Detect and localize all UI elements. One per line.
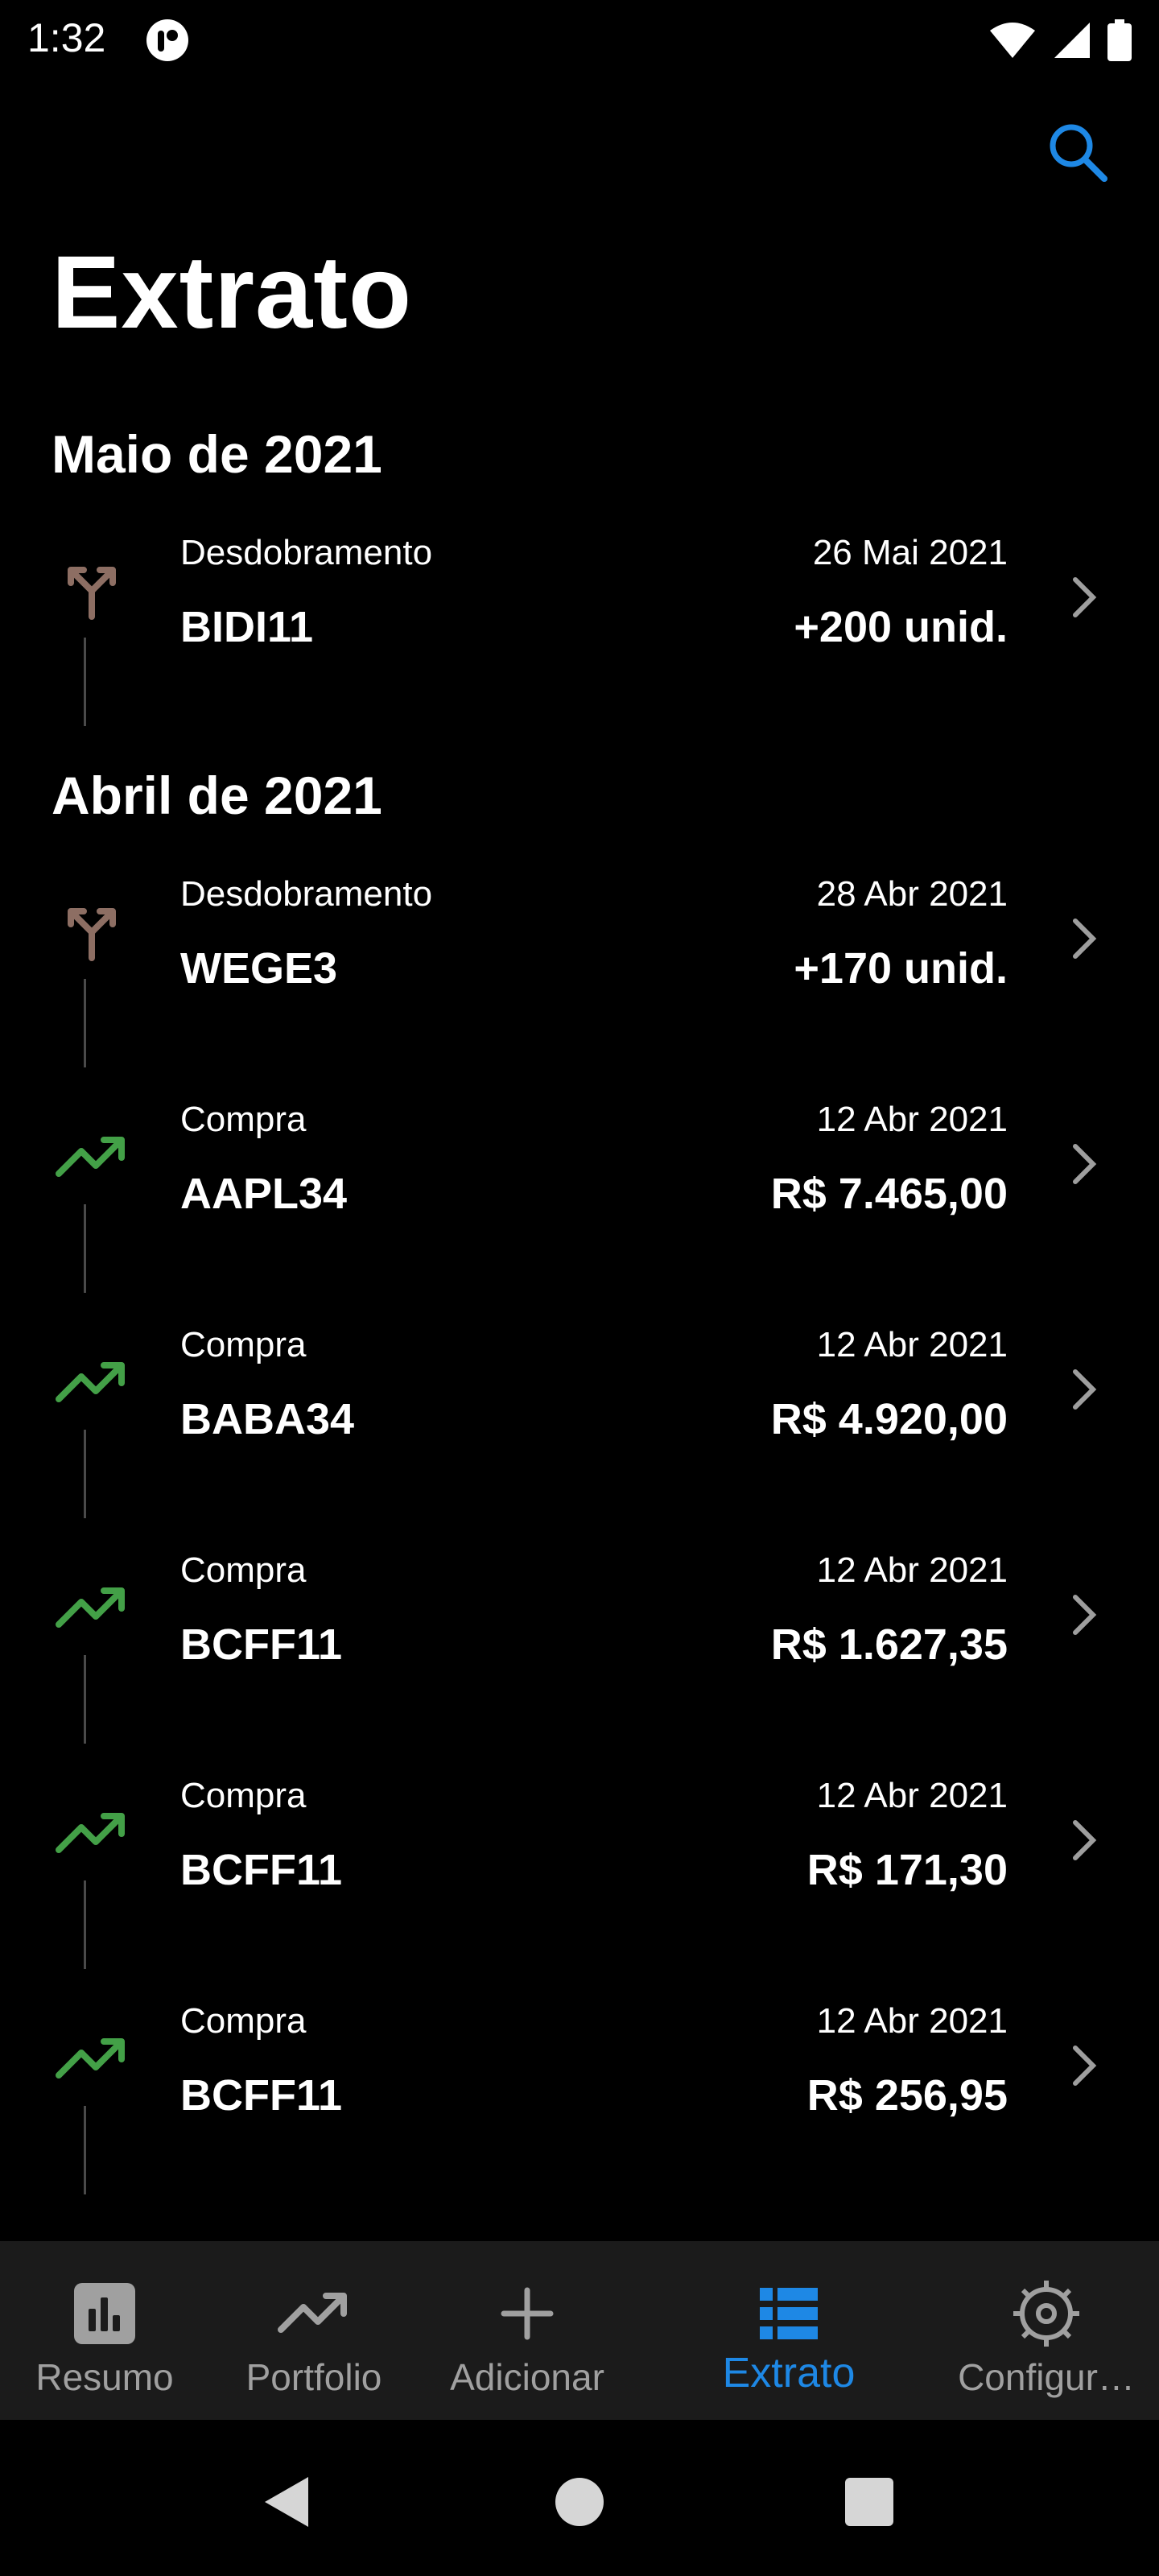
transaction-type: Desdobramento: [180, 874, 433, 914]
trending-up-icon: [55, 2022, 129, 2096]
status-time: 1:32: [27, 15, 106, 60]
timeline-connector: [84, 638, 86, 726]
chevron-right-icon: [1059, 1581, 1107, 1649]
transaction-type: Compra: [180, 1100, 307, 1139]
wifi-icon: [988, 21, 1037, 64]
transaction-date: 12 Abr 2021: [816, 1776, 1008, 1815]
trending-up-icon: [209, 2273, 419, 2354]
chevron-right-icon: [1059, 2032, 1107, 2099]
transaction-type: Compra: [180, 1776, 307, 1815]
back-button[interactable]: [254, 2470, 319, 2534]
system-navigation-bar: [0, 2420, 1159, 2576]
nav-label-adicionar: Adicionar: [450, 2356, 604, 2398]
battery-icon: [1107, 19, 1132, 65]
trending-up-icon: [55, 1571, 129, 1645]
nav-tab-adicionar[interactable]: Adicionar: [419, 2241, 636, 2420]
timeline-connector: [84, 1655, 86, 1744]
nav-tab-resumo[interactable]: Resumo: [0, 2241, 209, 2420]
home-button[interactable]: [547, 2470, 612, 2534]
recents-square-icon: [845, 2478, 893, 2526]
back-triangle-icon: [265, 2477, 308, 2527]
transaction-amount: R$ 1.627,35: [770, 1620, 1008, 1669]
signal-icon: [1053, 21, 1091, 64]
transaction-ticker: BCFF11: [180, 1846, 343, 1894]
transaction-date: 12 Abr 2021: [816, 1550, 1008, 1590]
transaction-amount: R$ 171,30: [806, 1846, 1008, 1894]
transaction-date: 12 Abr 2021: [816, 1100, 1008, 1139]
home-circle-icon: [555, 2478, 604, 2526]
list-item[interactable]: Desdobramento 26 Mai 2021 BIDI11 +200 un…: [0, 507, 1159, 726]
trending-up-icon: [55, 1797, 129, 1871]
list-item[interactable]: Compra 12 Abr 2021 BCFF11 R$ 1.627,35: [0, 1525, 1159, 1744]
transaction-date: 26 Mai 2021: [812, 533, 1008, 572]
nav-label-portfolio: Portfolio: [245, 2356, 382, 2398]
transaction-ticker: BABA34: [180, 1395, 355, 1443]
list-item[interactable]: Compra 12 Abr 2021 BCFF11 R$ 256,95: [0, 1975, 1159, 2194]
nav-tab-configuracoes[interactable]: Configur…: [934, 2241, 1159, 2420]
chevron-right-icon: [1059, 1806, 1107, 1874]
nav-label-configuracoes: Configur…: [958, 2356, 1135, 2398]
chevron-right-icon: [1059, 1356, 1107, 1423]
transaction-date: 12 Abr 2021: [816, 1325, 1008, 1364]
list-item[interactable]: Compra 12 Abr 2021 AAPL34 R$ 7.465,00: [0, 1074, 1159, 1293]
transaction-ticker: WEGE3: [180, 944, 338, 993]
search-button[interactable]: [1043, 118, 1111, 185]
transaction-type: Compra: [180, 1550, 307, 1590]
transaction-ticker: BIDI11: [180, 603, 314, 651]
transaction-date: 12 Abr 2021: [816, 2001, 1008, 2041]
transaction-amount: R$ 7.465,00: [770, 1170, 1008, 1218]
section-title-maio-2021: Maio de 2021: [52, 424, 382, 484]
nav-label-resumo: Resumo: [35, 2356, 174, 2398]
transaction-type: Compra: [180, 1325, 307, 1364]
transaction-date: 28 Abr 2021: [816, 874, 1008, 914]
transaction-ticker: BCFF11: [180, 2071, 343, 2120]
transaction-ticker: AAPL34: [180, 1170, 348, 1218]
bar-chart-icon: [0, 2273, 209, 2354]
split-icon: [55, 895, 129, 969]
list-item[interactable]: Compra 12 Abr 2021 BABA34 R$ 4.920,00: [0, 1299, 1159, 1518]
plus-icon: [419, 2273, 636, 2354]
transaction-ticker: BCFF11: [180, 1620, 343, 1669]
transaction-amount: +170 unid.: [794, 944, 1008, 993]
transaction-type: Desdobramento: [180, 533, 433, 572]
list-item[interactable]: Desdobramento 28 Abr 2021 WEGE3 +170 uni…: [0, 848, 1159, 1067]
bottom-navigation: Resumo Portfolio Adicionar Extrato Confi…: [0, 2241, 1159, 2420]
trending-up-icon: [55, 1346, 129, 1420]
chevron-right-icon: [1059, 905, 1107, 972]
transaction-amount: +200 unid.: [794, 603, 1008, 651]
trending-up-icon: [55, 1121, 129, 1195]
list-item[interactable]: Compra 12 Abr 2021 BCFF11 R$ 171,30: [0, 1750, 1159, 1969]
list-icon: [668, 2273, 909, 2354]
search-icon: [1050, 124, 1107, 182]
chevron-right-icon: [1059, 564, 1107, 631]
split-icon: [55, 554, 129, 628]
gear-icon: [934, 2273, 1159, 2354]
timeline-connector: [84, 1880, 86, 1969]
transaction-amount: R$ 4.920,00: [770, 1395, 1008, 1443]
transaction-type: Compra: [180, 2001, 307, 2041]
nav-tab-portfolio[interactable]: Portfolio: [209, 2241, 419, 2420]
status-bar: 1:32: [0, 0, 1159, 80]
nav-label-extrato: Extrato: [722, 2350, 856, 2396]
section-title-abril-2021: Abril de 2021: [52, 766, 382, 825]
transaction-amount: R$ 256,95: [806, 2071, 1008, 2120]
timeline-connector: [84, 2106, 86, 2194]
nav-tab-extrato[interactable]: Extrato: [668, 2241, 909, 2420]
timeline-connector: [84, 1204, 86, 1293]
timeline-connector: [84, 1430, 86, 1518]
recents-button[interactable]: [837, 2470, 901, 2534]
chevron-right-icon: [1059, 1130, 1107, 1198]
timeline-connector: [84, 979, 86, 1067]
app-notification-icon: [145, 18, 190, 63]
page-title: Extrato: [52, 235, 412, 350]
